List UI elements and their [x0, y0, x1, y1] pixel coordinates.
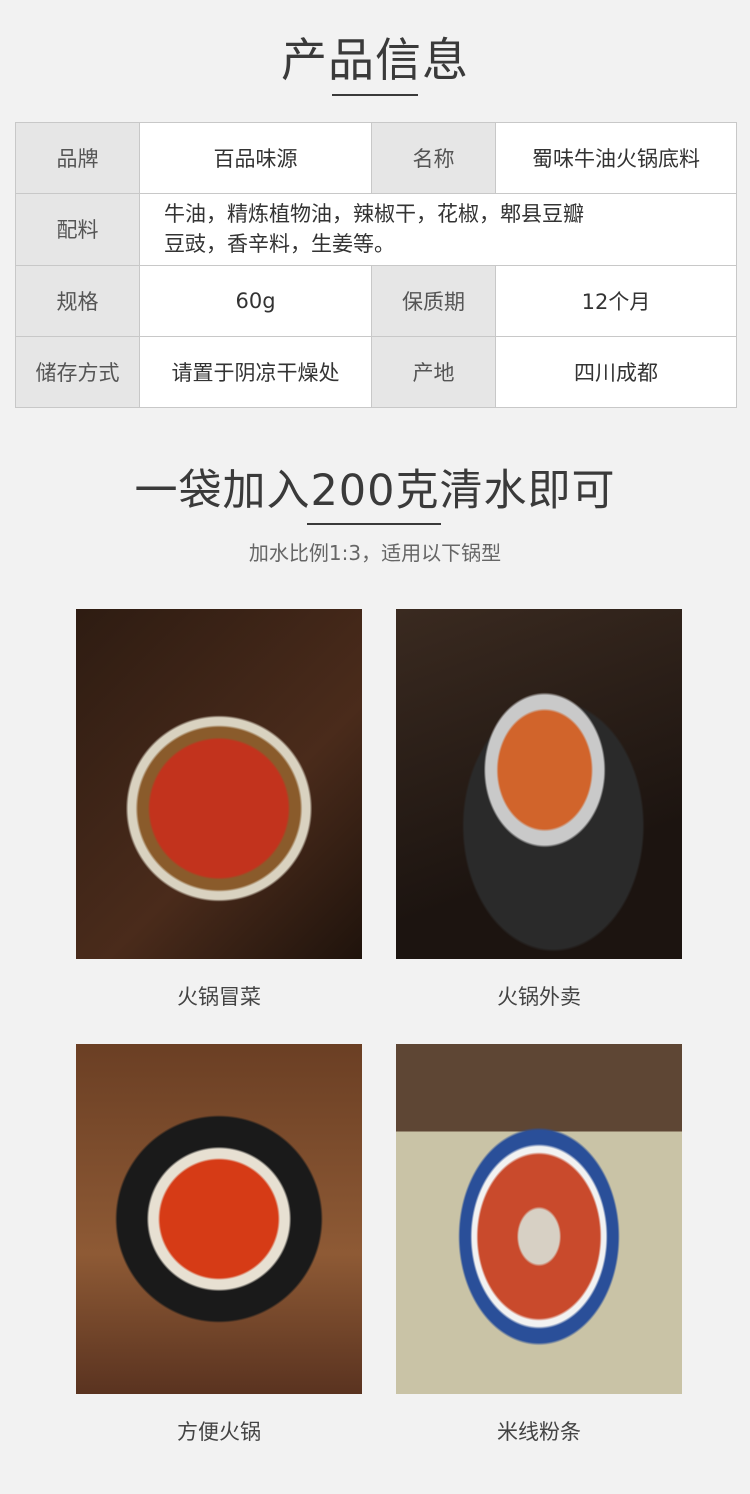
- origin-value: 四川成都: [495, 335, 737, 409]
- instant-hotpot-photo: [76, 1044, 362, 1394]
- brand-label: 品牌: [15, 121, 140, 195]
- usage-caption: 火锅冒菜: [177, 985, 261, 1009]
- title-underline: [307, 523, 441, 525]
- hotpot-maocai-photo: [76, 609, 362, 959]
- product-info-table: 品牌 百品味源 名称 蜀味牛油火锅底料 配料 牛油，精炼植物油，辣椒干，花椒，郫…: [15, 121, 737, 409]
- brand-value: 百品味源: [139, 121, 372, 195]
- title-underline: [332, 94, 418, 96]
- storage-value: 请置于阴凉干燥处: [139, 335, 372, 409]
- table-row: 规格 60g 保质期 12个月: [15, 264, 737, 337]
- ingredients-line: 牛油，精炼植物油，辣椒干，花椒，郫县豆瓣: [164, 202, 584, 227]
- ingredients-value: 牛油，精炼植物油，辣椒干，花椒，郫县豆瓣 豆豉，香辛料，生姜等。: [139, 193, 737, 266]
- ingredients-line: 豆豉，香辛料，生姜等。: [164, 232, 395, 257]
- usage-card: 方便火锅: [76, 1044, 362, 1446]
- name-label: 名称: [371, 121, 496, 195]
- usage-card: 米线粉条: [396, 1044, 682, 1446]
- hotpot-takeout-photo: [396, 609, 682, 959]
- usage-card: 火锅外卖: [396, 609, 682, 1011]
- usage-title: 一袋加入200克清水即可: [134, 466, 616, 516]
- usage-subtitle: 加水比例1:3，适用以下锅型: [248, 541, 502, 565]
- table-row: 配料 牛油，精炼植物油，辣椒干，花椒，郫县豆瓣 豆豉，香辛料，生姜等。: [15, 193, 737, 266]
- product-info-title: 产品信息: [281, 33, 469, 87]
- table-row: 储存方式 请置于阴凉干燥处 产地 四川成都: [15, 335, 737, 409]
- table-row: 品牌 百品味源 名称 蜀味牛油火锅底料: [15, 121, 737, 195]
- usage-caption: 方便火锅: [177, 1420, 261, 1444]
- origin-label: 产地: [371, 335, 496, 409]
- shelf-life-value: 12个月: [495, 264, 737, 337]
- name-value: 蜀味牛油火锅底料: [495, 121, 737, 195]
- usage-card: 火锅冒菜: [76, 609, 362, 1011]
- usage-caption: 米线粉条: [497, 1420, 581, 1444]
- spec-label: 规格: [15, 264, 140, 337]
- ingredients-label: 配料: [15, 193, 140, 266]
- shelf-life-label: 保质期: [371, 264, 496, 337]
- spec-value: 60g: [139, 264, 372, 337]
- rice-noodles-photo: [396, 1044, 682, 1394]
- usage-caption: 火锅外卖: [497, 985, 581, 1009]
- storage-label: 储存方式: [15, 335, 140, 409]
